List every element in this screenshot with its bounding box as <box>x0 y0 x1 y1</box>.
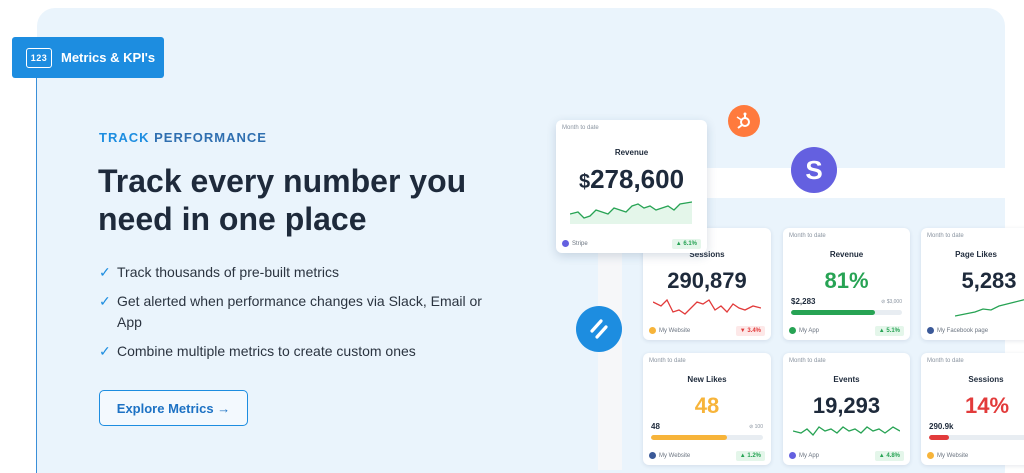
check-icon: ✓ <box>99 264 111 280</box>
card-source: My Website <box>649 327 690 334</box>
card-value: 81% <box>824 268 869 293</box>
feature-text: Get alerted when performance changes via… <box>117 293 482 330</box>
delta-badge: ▲ 6.1% <box>671 239 701 249</box>
card-source: My App <box>789 452 819 459</box>
new-likes-card[interactable]: Month to date New Likes 48 48 ⊘ 100 My W… <box>643 353 771 465</box>
feature-item: ✓ Track thousands of pre-built metrics <box>99 262 509 283</box>
events-sparkline <box>793 426 900 436</box>
feature-text: Track thousands of pre-built metrics <box>117 264 340 280</box>
card-period: Month to date <box>562 125 599 131</box>
progress-fill <box>791 310 876 315</box>
card-period: Month to date <box>927 233 964 239</box>
app-icon <box>789 452 796 459</box>
accent-line <box>36 78 37 473</box>
delta-badge: ▲ 1.2% <box>735 451 765 461</box>
delta-badge: ▲ 5.1% <box>874 326 904 336</box>
metrics-123-icon: 123 <box>26 47 52 68</box>
card-value: 5,283 <box>961 268 1017 293</box>
helpscout-glyph-icon <box>590 319 608 339</box>
facebook-icon <box>649 452 656 459</box>
sessions-goal-card[interactable]: Month to date Sessions 14% 290.9k My Web… <box>921 353 1024 465</box>
card-source: My Facebook page <box>927 327 988 334</box>
delta-badge: ▲ 4.8% <box>874 451 904 461</box>
card-period: Month to date <box>789 358 826 364</box>
stripe-logo-icon: S <box>791 147 837 193</box>
revenue-main-card[interactable]: Month to date Revenue $278,600 Stripe ▲ … <box>556 120 707 253</box>
page-likes-card[interactable]: Month to date Page Likes 5,283 My Facebo… <box>921 228 1024 340</box>
progress-current: $2,283 <box>791 297 816 306</box>
check-icon: ✓ <box>99 293 111 309</box>
revenue-sparkline <box>570 201 692 224</box>
card-source: My App <box>789 327 819 334</box>
card-period: Month to date <box>789 233 826 239</box>
progress-target: ⊘ 100 <box>749 424 763 430</box>
dashboard-header-bar <box>706 168 1005 198</box>
page-title: Track every number you need in one place <box>98 163 467 237</box>
card-value: 290,879 <box>667 268 747 293</box>
revenue-goal-card[interactable]: Month to date Revenue 81% $2,283 ⊘ $3,00… <box>783 228 910 340</box>
card-source: My Website <box>649 452 690 459</box>
progress-fill <box>929 435 950 440</box>
dashboard-sidebar <box>598 250 622 470</box>
website-icon <box>649 327 656 334</box>
progress-target: ⊘ $3,000 <box>881 299 902 305</box>
check-icon: ✓ <box>99 343 111 359</box>
hubspot-logo-icon <box>728 105 760 137</box>
card-title: Events <box>833 375 860 384</box>
progress-current: 48 <box>651 422 660 431</box>
feature-item: ✓ Get alerted when performance changes vi… <box>99 291 509 333</box>
helpscout-logo-icon <box>576 306 622 352</box>
card-value: 19,293 <box>812 393 881 418</box>
page-likes-sparkline <box>955 299 1024 317</box>
website-icon <box>927 452 934 459</box>
delta-badge: ▼ 3.4% <box>735 326 765 336</box>
facebook-icon <box>927 327 934 334</box>
app-icon <box>789 327 796 334</box>
eyebrow-bold: TRACK <box>99 130 150 145</box>
card-source: Stripe <box>562 240 588 247</box>
progress-track <box>929 435 1024 440</box>
card-value: $278,600 <box>578 164 685 194</box>
card-title: Sessions <box>968 375 1004 384</box>
progress-track <box>791 310 902 315</box>
card-title: New Likes <box>687 375 727 384</box>
hubspot-glyph-icon <box>736 112 750 129</box>
card-period: Month to date <box>927 358 964 364</box>
card-value: 14% <box>964 393 1010 418</box>
eyebrow: TRACK PERFORMANCE <box>99 130 267 145</box>
card-value: 48 <box>694 393 720 418</box>
metrics-kpi-tag: 123 Metrics & KPI's <box>12 37 164 78</box>
card-period: Month to date <box>649 358 686 364</box>
card-title: Page Likes <box>955 250 997 259</box>
feature-list: ✓ Track thousands of pre-built metrics ✓ G… <box>99 262 509 370</box>
progress-current: 290.9k <box>929 422 954 431</box>
card-title: Revenue <box>829 250 864 259</box>
progress-track <box>651 435 763 440</box>
events-card[interactable]: Month to date Events 19,293 My App ▲ 4.8… <box>783 353 910 465</box>
card-source: My Website <box>927 452 968 459</box>
feature-text: Combine multiple metrics to create custo… <box>117 343 416 359</box>
explore-metrics-button[interactable]: Explore Metrics → <box>99 390 248 426</box>
eyebrow-rest: PERFORMANCE <box>149 130 267 145</box>
card-title: Revenue <box>614 148 649 157</box>
tag-label: Metrics & KPI's <box>61 50 156 65</box>
page: 123 Metrics & KPI's TRACK PERFORMANCE Tr… <box>0 0 1024 473</box>
sessions-sparkline <box>653 298 761 315</box>
progress-fill <box>651 435 728 440</box>
feature-item: ✓ Combine multiple metrics to create cust… <box>99 341 509 362</box>
stripe-icon <box>562 240 569 247</box>
